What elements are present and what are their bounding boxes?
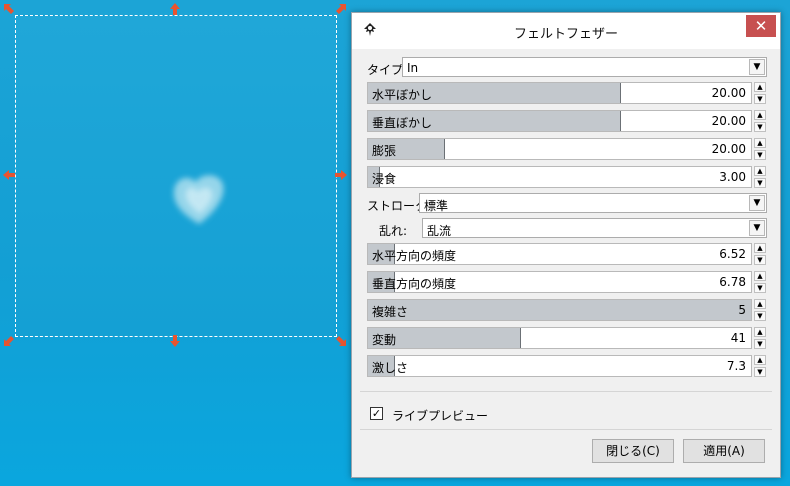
complexity-label: 複雑さ — [372, 305, 409, 319]
separator — [360, 391, 772, 392]
complexity-value: 5 — [738, 303, 746, 317]
h-frequency-value: 6.52 — [719, 247, 746, 261]
variation-slider[interactable]: 変動 41 — [367, 327, 752, 349]
h-blur-spinner[interactable]: ▲ ▼ — [754, 82, 766, 104]
intensity-label: 激しさ — [372, 361, 409, 375]
spin-up-icon[interactable]: ▲ — [754, 243, 766, 253]
spin-down-icon[interactable]: ▼ — [754, 178, 766, 188]
slider-row-dilation: 膨張 20.00 ▲ ▼ — [367, 138, 767, 160]
h-blur-label: 水平ぼかし — [372, 88, 433, 102]
stroke-row: ストローク: 標準 ▼ — [367, 193, 767, 215]
complexity-slider[interactable]: 複雑さ 5 — [367, 299, 752, 321]
spin-up-icon[interactable]: ▲ — [754, 82, 766, 92]
erosion-spinner[interactable]: ▲ ▼ — [754, 166, 766, 188]
slider-row-h-blur: 水平ぼかし 20.00 ▲ ▼ — [367, 82, 767, 104]
dialog-title: フェルトフェザー — [513, 27, 618, 42]
spin-down-icon[interactable]: ▼ — [754, 255, 766, 265]
close-button[interactable]: 閉じる(C) — [592, 439, 674, 463]
v-frequency-spinner[interactable]: ▲ ▼ — [754, 271, 766, 293]
variation-label: 変動 — [372, 333, 397, 347]
handle-top-icon[interactable] — [169, 3, 181, 15]
selection-box[interactable] — [15, 15, 337, 337]
chevron-down-icon[interactable]: ▼ — [749, 195, 765, 211]
felt-feather-dialog: フェルトフェザー ✕ タイプ: In ▼ 水平ぼかし 20.00 ▲ ▼ 垂直ぼか… — [351, 12, 781, 478]
turbulence-label: 乱れ: — [379, 224, 408, 238]
spin-down-icon[interactable]: ▼ — [754, 311, 766, 321]
turbulence-row: 乱れ: 乱流 ▼ — [367, 218, 767, 240]
spin-up-icon[interactable]: ▲ — [754, 166, 766, 176]
erosion-slider[interactable]: 浸食 3.00 — [367, 166, 752, 188]
spin-down-icon[interactable]: ▼ — [754, 367, 766, 377]
spin-up-icon[interactable]: ▲ — [754, 271, 766, 281]
spin-up-icon[interactable]: ▲ — [754, 110, 766, 120]
intensity-spinner[interactable]: ▲ ▼ — [754, 355, 766, 377]
spin-up-icon[interactable]: ▲ — [754, 299, 766, 309]
spin-down-icon[interactable]: ▼ — [754, 283, 766, 293]
stroke-select[interactable]: 標準 ▼ — [419, 193, 767, 213]
spin-down-icon[interactable]: ▼ — [754, 122, 766, 132]
handle-bottom-right-icon[interactable] — [335, 335, 347, 347]
handle-left-icon[interactable] — [3, 169, 15, 181]
dilation-value: 20.00 — [711, 142, 746, 156]
spin-down-icon[interactable]: ▼ — [754, 150, 766, 160]
slider-row-variation: 変動 41 ▲ ▼ — [367, 327, 767, 349]
handle-top-right-icon[interactable] — [335, 3, 347, 15]
spin-down-icon[interactable]: ▼ — [754, 94, 766, 104]
variation-spinner[interactable]: ▲ ▼ — [754, 327, 766, 349]
v-blur-spinner[interactable]: ▲ ▼ — [754, 110, 766, 132]
v-blur-value: 20.00 — [711, 114, 746, 128]
erosion-value: 3.00 — [719, 170, 746, 184]
complexity-fill — [368, 300, 751, 320]
dialog-titlebar[interactable]: フェルトフェザー ✕ — [352, 13, 780, 49]
slider-row-complexity: 複雑さ 5 ▲ ▼ — [367, 299, 767, 321]
type-row: タイプ: In ▼ — [367, 57, 767, 79]
v-frequency-value: 6.78 — [719, 275, 746, 289]
spin-down-icon[interactable]: ▼ — [754, 339, 766, 349]
turbulence-value: 乱流 — [427, 224, 452, 238]
intensity-slider[interactable]: 激しさ 7.3 — [367, 355, 752, 377]
live-preview-label: ライブプレビュー — [392, 409, 489, 423]
turbulence-select[interactable]: 乱流 ▼ — [422, 218, 767, 238]
separator — [360, 429, 772, 430]
v-frequency-label: 垂直方向の頻度 — [372, 277, 457, 291]
spin-up-icon[interactable]: ▲ — [754, 355, 766, 365]
chevron-down-icon[interactable]: ▼ — [749, 220, 765, 236]
h-blur-value: 20.00 — [711, 86, 746, 100]
handle-top-left-icon[interactable] — [3, 3, 15, 15]
h-frequency-spinner[interactable]: ▲ ▼ — [754, 243, 766, 265]
variation-value: 41 — [730, 331, 746, 345]
complexity-spinner[interactable]: ▲ ▼ — [754, 299, 766, 321]
dilation-spinner[interactable]: ▲ ▼ — [754, 138, 766, 160]
slider-row-h-frequency: 水平方向の頻度 6.52 ▲ ▼ — [367, 243, 767, 265]
v-blur-slider[interactable]: 垂直ぼかし 20.00 — [367, 110, 752, 132]
close-window-button[interactable]: ✕ — [746, 15, 776, 37]
handle-bottom-icon[interactable] — [169, 335, 181, 347]
dilation-slider[interactable]: 膨張 20.00 — [367, 138, 752, 160]
spin-up-icon[interactable]: ▲ — [754, 138, 766, 148]
intensity-value: 7.3 — [726, 359, 746, 373]
slider-row-intensity: 激しさ 7.3 ▲ ▼ — [367, 355, 767, 377]
dilation-label: 膨張 — [372, 144, 397, 158]
stroke-value: 標準 — [424, 199, 449, 213]
chevron-down-icon[interactable]: ▼ — [749, 59, 765, 75]
v-blur-label: 垂直ぼかし — [372, 116, 433, 130]
spin-up-icon[interactable]: ▲ — [754, 327, 766, 337]
feathered-object[interactable] — [166, 168, 232, 228]
apply-button[interactable]: 適用(A) — [683, 439, 765, 463]
handle-right-icon[interactable] — [335, 169, 347, 181]
handle-bottom-left-icon[interactable] — [3, 335, 15, 347]
h-blur-slider[interactable]: 水平ぼかし 20.00 — [367, 82, 752, 104]
slider-row-v-blur: 垂直ぼかし 20.00 ▲ ▼ — [367, 110, 767, 132]
h-frequency-slider[interactable]: 水平方向の頻度 6.52 — [367, 243, 752, 265]
h-frequency-label: 水平方向の頻度 — [372, 249, 457, 263]
v-frequency-slider[interactable]: 垂直方向の頻度 6.78 — [367, 271, 752, 293]
type-value: In — [407, 61, 419, 75]
slider-row-v-frequency: 垂直方向の頻度 6.78 ▲ ▼ — [367, 271, 767, 293]
erosion-label: 浸食 — [372, 172, 397, 186]
slider-row-erosion: 浸食 3.00 ▲ ▼ — [367, 166, 767, 188]
live-preview-checkbox[interactable]: ✓ — [370, 407, 383, 420]
type-select[interactable]: In ▼ — [402, 57, 767, 77]
